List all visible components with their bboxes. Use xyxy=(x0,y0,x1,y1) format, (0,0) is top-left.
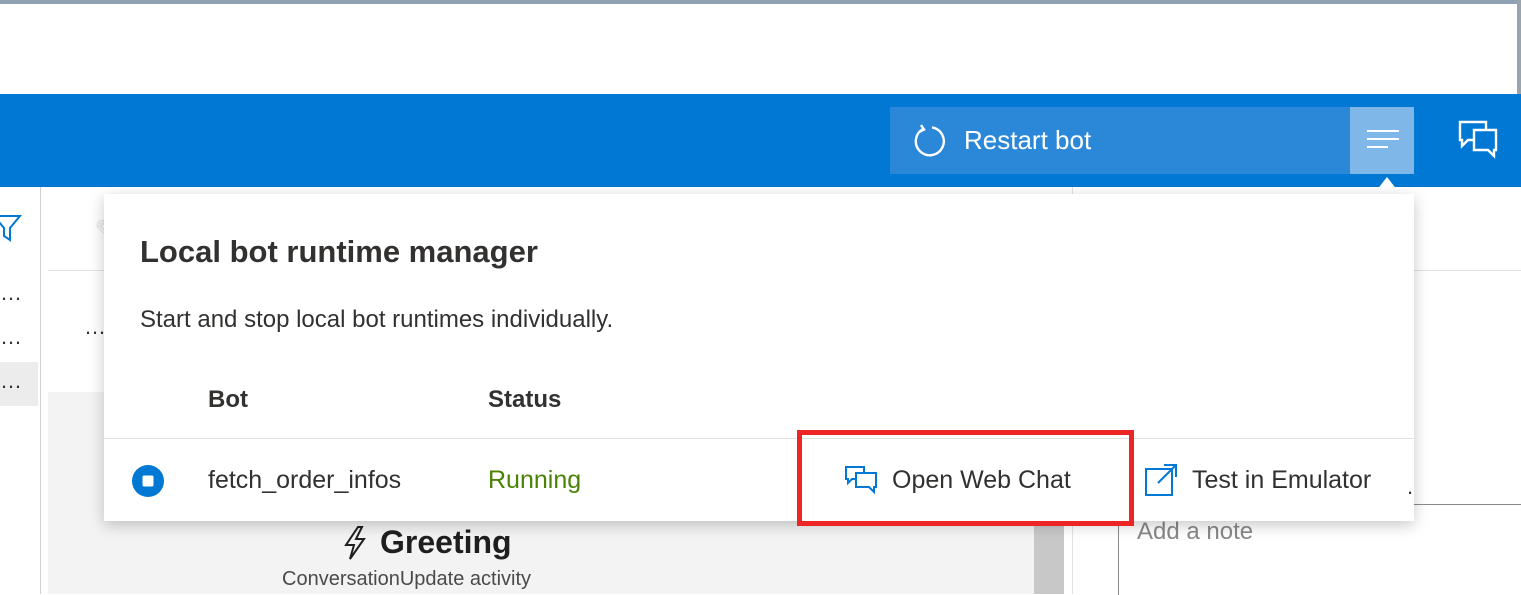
bot-status: Running xyxy=(488,466,582,494)
popup-title: Local bot runtime manager xyxy=(140,234,538,269)
restart-bot-button[interactable]: Restart bot xyxy=(890,107,1350,174)
restart-bot-label: Restart bot xyxy=(964,125,1092,155)
window-top-border xyxy=(0,0,1521,4)
trigger-subtitle: ConversationUpdate activity xyxy=(282,568,532,590)
table-header-divider xyxy=(104,438,1414,439)
test-in-emulator-label: Test in Emulator xyxy=(1192,465,1372,494)
filter-icon[interactable] xyxy=(0,214,22,244)
window-right-border xyxy=(1517,0,1521,94)
lightning-icon xyxy=(344,525,366,560)
popup-beak xyxy=(1373,177,1401,195)
top-toolbar: Restart bot xyxy=(0,94,1521,187)
trigger-title: Greeting xyxy=(380,524,512,560)
web-chat-toggle-button[interactable] xyxy=(1450,114,1506,166)
more-options-icon[interactable]: … xyxy=(0,368,23,394)
test-in-emulator-button[interactable]: Test in Emulator xyxy=(1144,460,1371,500)
overflow-indicator: . xyxy=(1407,474,1414,499)
column-header-status: Status xyxy=(488,386,562,413)
runtime-menu-button[interactable] xyxy=(1350,107,1414,174)
canvas-scrollbar[interactable] xyxy=(1034,520,1064,594)
runtime-manager-popup: Local bot runtime manager Start and stop… xyxy=(104,194,1414,521)
menu-lines-icon xyxy=(1367,130,1399,148)
more-options-icon[interactable]: … xyxy=(0,324,23,350)
note-placeholder: Add a note xyxy=(1137,518,1254,545)
popup-description: Start and stop local bot runtimes indivi… xyxy=(140,306,614,333)
stop-runtime-icon[interactable] xyxy=(131,464,165,498)
column-header-bot: Bot xyxy=(208,386,248,413)
more-options-icon[interactable]: … xyxy=(0,280,23,306)
bot-name: fetch_order_infos xyxy=(208,466,402,494)
restart-icon xyxy=(914,123,945,156)
trigger-node-header[interactable]: Greeting xyxy=(340,524,512,561)
open-external-icon xyxy=(1145,464,1177,496)
web-chat-icon xyxy=(1458,120,1498,159)
highlight-annotation xyxy=(797,430,1134,526)
